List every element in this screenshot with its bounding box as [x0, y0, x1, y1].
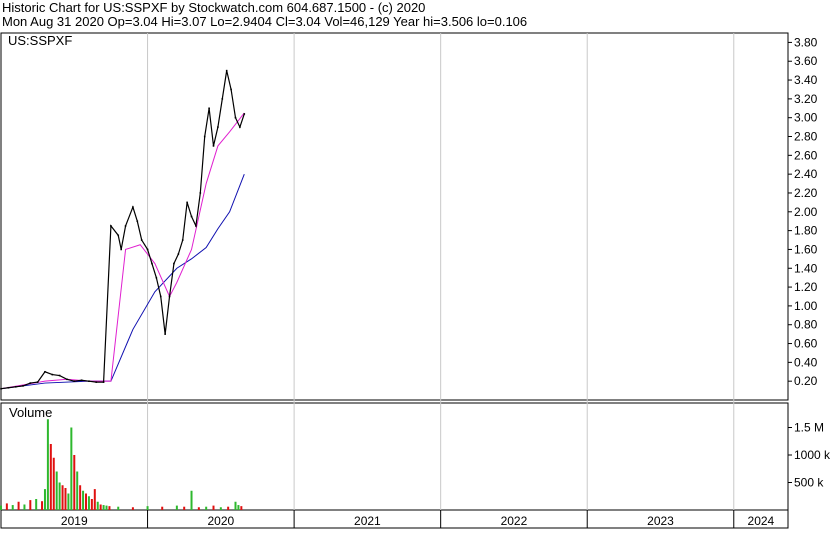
price-point [212, 145, 215, 147]
price-point [120, 248, 122, 251]
price-tick-label: 3.80 [794, 35, 818, 49]
price-point [159, 295, 162, 298]
price-tick-label: 2.40 [794, 167, 818, 181]
price-point [173, 262, 175, 265]
price-point [29, 382, 32, 384]
price-point [58, 374, 61, 377]
price-point [117, 234, 120, 237]
price-point [151, 262, 153, 265]
price-panel [0, 32, 789, 401]
chart-canvas: 3.80 3.60 3.40 3.20 3.00 2.80 2.60 2.40 2.20 2.00… [0, 32, 830, 529]
price-point [22, 385, 24, 387]
price-tick-label: 1.20 [794, 280, 818, 294]
volume-tick-label: 500 k [794, 476, 824, 490]
price-tick-label: 0.40 [794, 355, 818, 369]
price-tick-label: 0.20 [794, 374, 818, 388]
price-point [66, 378, 68, 381]
price-point [146, 248, 149, 251]
price-point [239, 126, 241, 128]
year-label: 2022 [501, 514, 528, 528]
volume-panel [0, 402, 789, 511]
price-tick-label: 3.00 [794, 111, 818, 125]
price-point [102, 381, 105, 383]
price-point [51, 373, 54, 376]
price-point [36, 381, 39, 383]
price-point [181, 239, 184, 241]
price-tick-label: 2.80 [794, 130, 818, 144]
price-point [230, 88, 232, 91]
price-tick-label: 0.80 [794, 318, 818, 332]
price-tick-label: 1.40 [794, 261, 818, 275]
price-point [203, 135, 206, 138]
price-point [208, 107, 210, 110]
price-tick-label: 3.60 [794, 54, 818, 68]
year-label: 2024 [748, 514, 775, 528]
price-point [95, 381, 98, 383]
price-point [177, 253, 180, 255]
price-tick-label: 1.80 [794, 224, 818, 238]
price-tick-label: 3.20 [794, 92, 818, 106]
price-tick-label: 1.60 [794, 242, 818, 256]
price-tick-label: 2.00 [794, 205, 818, 219]
price-point [243, 113, 246, 115]
price-point [217, 126, 219, 128]
price-tick-label: 3.40 [794, 73, 818, 87]
price-point [110, 225, 112, 227]
price-point [14, 386, 17, 388]
price-point [136, 220, 139, 223]
price-point [140, 239, 143, 241]
price-point [44, 370, 46, 373]
price-point [190, 215, 193, 218]
volume-tick-label: 1000 k [794, 448, 830, 462]
price-point [225, 69, 228, 72]
price-point [164, 333, 166, 335]
price-point [221, 98, 224, 100]
price-point [0, 387, 2, 390]
price-tick-label: 1.00 [794, 299, 818, 313]
price-point [199, 192, 202, 194]
year-label: 2023 [647, 514, 674, 528]
year-label: 2019 [61, 514, 88, 528]
price-point [124, 225, 127, 227]
price-tick-label: 2.60 [794, 148, 818, 162]
volume-label: Volume [9, 405, 52, 420]
price-point [132, 206, 134, 208]
price-point [168, 295, 171, 298]
year-label: 2021 [354, 514, 381, 528]
chart-title: US:SSPXF [8, 33, 72, 48]
price-point [80, 379, 83, 382]
price-tick-label: 2.20 [794, 186, 818, 200]
price-point [186, 201, 188, 204]
price-point [155, 276, 158, 279]
price-tick-label: 0.60 [794, 337, 818, 351]
year-label: 2020 [207, 514, 234, 528]
price-point [7, 386, 10, 389]
stock-chart: Historic Chart for US:SSPXF by Stockwatc… [0, 0, 830, 543]
price-point [195, 225, 197, 227]
volume-tick-label: 1.5 M [794, 421, 824, 435]
price-point [234, 116, 237, 119]
price-point [73, 380, 76, 382]
price-point [88, 380, 90, 382]
